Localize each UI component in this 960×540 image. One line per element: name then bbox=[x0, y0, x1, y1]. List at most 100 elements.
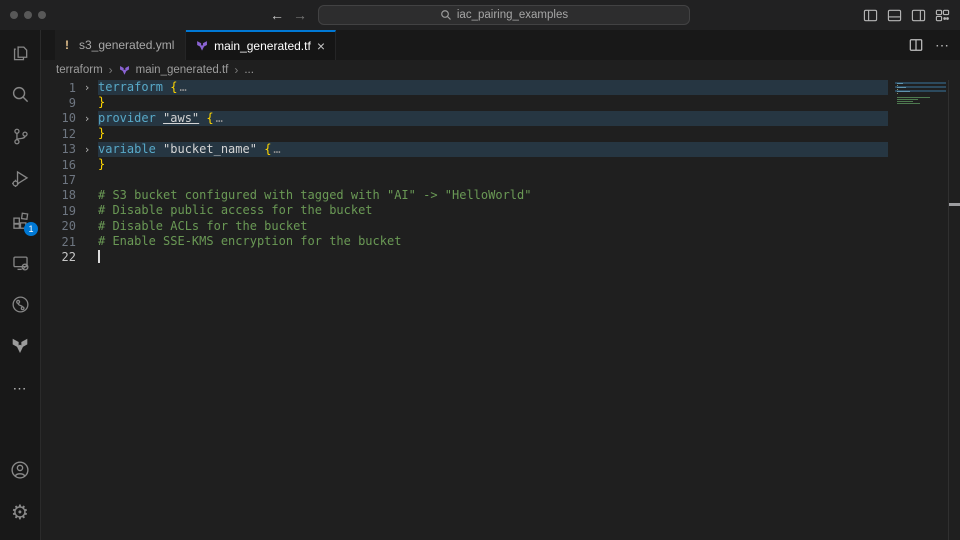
code-line[interactable]: 20 # Disable ACLs for the bucket bbox=[41, 219, 960, 234]
run-debug-icon bbox=[11, 169, 30, 188]
vscode-window: ← → iac_pairing_examples bbox=[0, 0, 960, 540]
navigate-back-icon[interactable]: ← bbox=[270, 7, 284, 23]
account-icon bbox=[10, 460, 30, 480]
code-line[interactable]: 13›variable "bucket_name" {… bbox=[41, 142, 960, 157]
code-text[interactable]: # S3 bucket configured with tagged with … bbox=[98, 188, 888, 203]
search-icon bbox=[440, 9, 452, 21]
code-line[interactable]: 12} bbox=[41, 126, 960, 141]
cursor-caret bbox=[98, 250, 100, 263]
token-cm: # Disable public access for the bucket bbox=[98, 203, 373, 217]
navigate-forward-icon[interactable]: → bbox=[293, 7, 307, 23]
toggle-secondary-sidebar-icon[interactable] bbox=[911, 8, 926, 23]
sidebar-item-run-debug[interactable] bbox=[6, 164, 34, 192]
breadcrumb-folder[interactable]: terraform bbox=[56, 64, 103, 76]
terraform-icon bbox=[11, 337, 29, 355]
code-line[interactable]: 16} bbox=[41, 157, 960, 172]
token-kw: provider bbox=[98, 111, 156, 125]
token-br: { bbox=[170, 80, 177, 94]
code-line[interactable]: 10›provider "aws" {… bbox=[41, 111, 960, 126]
breadcrumb-file[interactable]: main_generated.tf bbox=[136, 64, 229, 76]
code-text[interactable] bbox=[98, 249, 888, 264]
code-text[interactable]: } bbox=[98, 157, 888, 172]
line-number: 20 bbox=[41, 219, 76, 233]
token-br: } bbox=[98, 157, 105, 171]
sidebar-item-more[interactable]: ⋯ bbox=[6, 374, 34, 402]
code-text[interactable]: # Disable public access for the bucket bbox=[98, 203, 888, 218]
line-number: 9 bbox=[41, 96, 76, 110]
code-line[interactable]: 21# Enable SSE-KMS encryption for the bu… bbox=[41, 234, 960, 249]
toggle-primary-sidebar-icon[interactable] bbox=[863, 8, 878, 23]
token-br: } bbox=[98, 126, 105, 140]
code-text[interactable]: terraform {… bbox=[98, 80, 888, 95]
source-control-icon bbox=[11, 127, 30, 146]
tab-main-generated-tf[interactable]: main_generated.tf × bbox=[186, 30, 336, 60]
fold-chevron-icon[interactable]: › bbox=[76, 143, 98, 156]
settings-button[interactable]: ⚙ bbox=[6, 498, 34, 526]
fold-chevron-icon[interactable]: › bbox=[76, 112, 98, 125]
sidebar-item-source-control[interactable] bbox=[6, 122, 34, 150]
files-icon bbox=[11, 43, 30, 62]
sidebar-item-explorer[interactable] bbox=[6, 38, 34, 66]
cursor-position-marker bbox=[949, 203, 960, 206]
line-number: 22 bbox=[41, 250, 76, 264]
tab-s3-generated-yml[interactable]: ! s3_generated.yml bbox=[55, 30, 186, 60]
code-line[interactable]: 17 bbox=[41, 172, 960, 187]
breadcrumb-symbol[interactable]: ... bbox=[244, 64, 254, 76]
activity-bar: 1 ⋯ ⚙ bbox=[0, 30, 41, 540]
tab-bar: ! s3_generated.yml main_generated.tf × ⋯ bbox=[41, 30, 960, 60]
code-text[interactable] bbox=[98, 172, 888, 187]
code-text[interactable]: provider "aws" {… bbox=[98, 111, 888, 126]
minimap-line bbox=[895, 104, 946, 106]
code-text[interactable]: } bbox=[98, 126, 888, 141]
code-text[interactable]: } bbox=[98, 95, 888, 110]
folded-region-ellipsis[interactable]: … bbox=[216, 111, 223, 125]
token-br: } bbox=[98, 95, 105, 109]
title-bar: ← → iac_pairing_examples bbox=[0, 0, 960, 30]
sidebar-item-search[interactable] bbox=[6, 80, 34, 108]
circled-branch-icon bbox=[11, 295, 30, 314]
line-number: 19 bbox=[41, 204, 76, 218]
command-center-search[interactable]: iac_pairing_examples bbox=[318, 5, 690, 25]
line-number: 12 bbox=[41, 127, 76, 141]
breadcrumb: terraform › main_generated.tf › ... bbox=[41, 60, 960, 80]
code-text[interactable]: variable "bucket_name" {… bbox=[98, 142, 888, 157]
token-cm: # Disable ACLs for the bucket bbox=[98, 219, 308, 233]
more-icon: ⋯ bbox=[13, 380, 28, 397]
token-cm: # Enable SSE-KMS encryption for the buck… bbox=[98, 234, 401, 248]
overview-ruler[interactable] bbox=[948, 80, 960, 540]
editor-more-actions-icon[interactable]: ⋯ bbox=[935, 37, 950, 54]
close-tab-icon[interactable]: × bbox=[317, 39, 325, 53]
code-line[interactable]: 9} bbox=[41, 95, 960, 110]
folded-region-ellipsis[interactable]: … bbox=[180, 80, 187, 94]
code-text[interactable]: # Disable ACLs for the bucket bbox=[98, 219, 888, 234]
sidebar-item-extensions[interactable]: 1 bbox=[6, 206, 34, 234]
fold-chevron-icon[interactable]: › bbox=[76, 81, 98, 94]
minimize-window-button[interactable] bbox=[24, 11, 32, 19]
customize-layout-icon[interactable] bbox=[935, 8, 950, 23]
account-button[interactable] bbox=[6, 456, 34, 484]
code-text[interactable]: # Enable SSE-KMS encryption for the buck… bbox=[98, 234, 888, 249]
code-line[interactable]: 18# S3 bucket configured with tagged wit… bbox=[41, 188, 960, 203]
code-editor[interactable]: 1›terraform {…9}10›provider "aws" {…12}1… bbox=[41, 80, 960, 540]
code-line[interactable]: 1›terraform {… bbox=[41, 80, 960, 95]
split-editor-icon[interactable] bbox=[909, 38, 923, 52]
toggle-panel-icon[interactable] bbox=[887, 8, 902, 23]
token-br: { bbox=[264, 142, 271, 156]
terraform-icon bbox=[119, 65, 130, 76]
terraform-icon bbox=[196, 39, 208, 53]
token-kw: variable bbox=[98, 142, 156, 156]
code-line[interactable]: 22 bbox=[41, 249, 960, 264]
token-kw: terraform bbox=[98, 80, 163, 94]
close-window-button[interactable] bbox=[10, 11, 18, 19]
zoom-window-button[interactable] bbox=[38, 11, 46, 19]
folded-region-ellipsis[interactable]: … bbox=[273, 142, 280, 156]
sidebar-item-remote-explorer[interactable] bbox=[6, 248, 34, 276]
minimap[interactable] bbox=[895, 82, 946, 106]
code-line[interactable]: 19 # Disable public access for the bucket bbox=[41, 203, 960, 218]
search-icon bbox=[11, 85, 30, 104]
search-text: iac_pairing_examples bbox=[457, 9, 568, 21]
sidebar-item-circled-branch[interactable] bbox=[6, 290, 34, 318]
line-number: 17 bbox=[41, 173, 76, 187]
sidebar-item-terraform[interactable] bbox=[6, 332, 34, 360]
token-pl bbox=[156, 111, 163, 125]
